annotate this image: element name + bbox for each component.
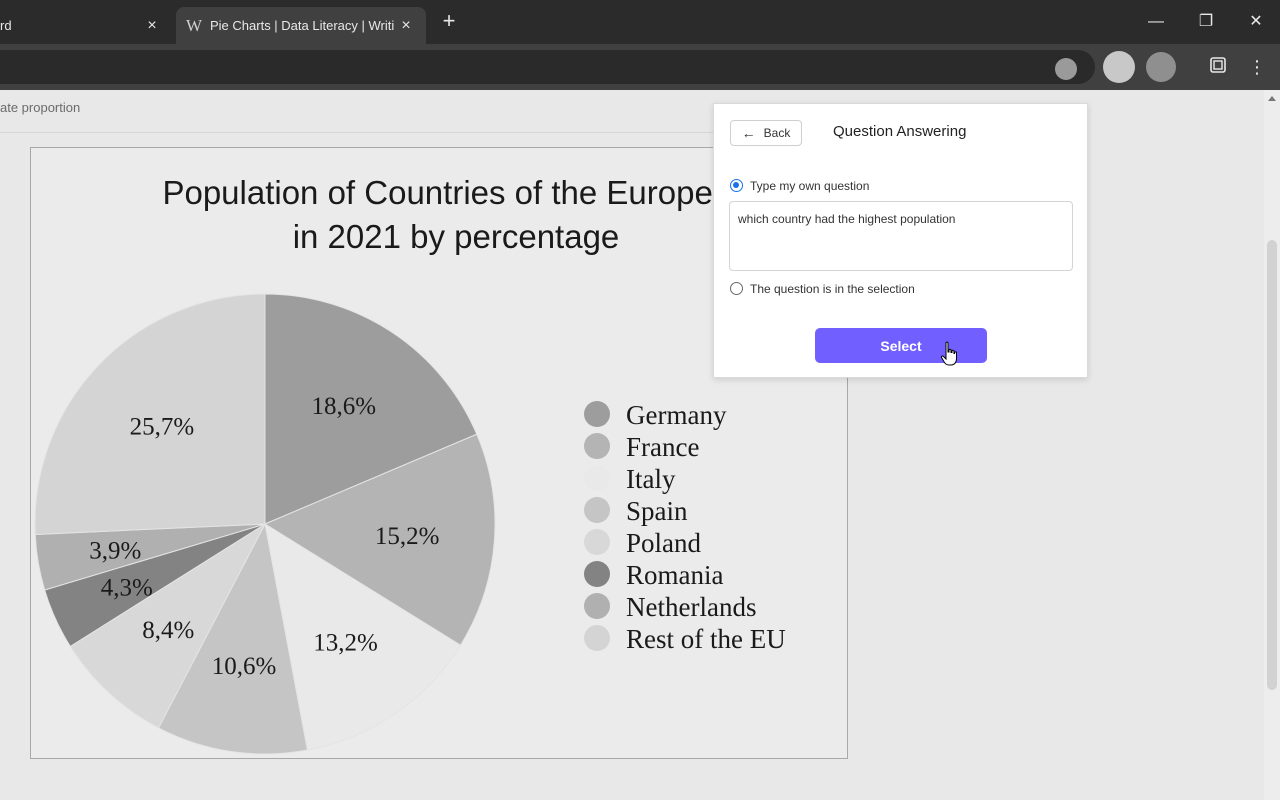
legend-label: France: [626, 432, 699, 462]
browser-menu-icon[interactable]: ⋮: [1246, 56, 1268, 78]
pie-data-label: 15,2%: [375, 523, 440, 550]
tab-bar: rd × W Pie Charts | Data Literacy | Writ…: [0, 0, 1280, 44]
tab-close-icon[interactable]: ×: [142, 16, 162, 36]
page-content: ate proportion Population of Countries o…: [0, 90, 1280, 800]
tab-close-icon[interactable]: ×: [396, 16, 416, 36]
tab-title: Pie Charts | Data Literacy | Writi: [210, 18, 395, 33]
pie-data-label: 13,2%: [313, 630, 378, 657]
extension-puzzle-icon[interactable]: [1055, 58, 1077, 80]
pie-data-label: 4,3%: [101, 575, 153, 602]
own-question-radio[interactable]: [730, 179, 743, 192]
question-answering-panel: ← Back Question Answering Type my own qu…: [713, 103, 1088, 378]
wikipedia-favicon-icon: W: [186, 15, 203, 35]
legend-label: Poland: [626, 528, 702, 558]
back-label: Back: [763, 126, 791, 140]
browser-toolbar: ⋮: [0, 44, 1280, 90]
tab-title: rd: [0, 18, 12, 33]
legend-swatch: [584, 529, 610, 555]
scrollbar-thumb[interactable]: [1267, 240, 1277, 690]
minimize-icon[interactable]: —: [1142, 8, 1170, 36]
legend-swatch: [584, 625, 610, 651]
pie-data-label: 25,7%: [130, 413, 195, 440]
pie-data-label: 8,4%: [142, 617, 194, 644]
legend-swatch: [584, 433, 610, 459]
profile-avatar-icon[interactable]: [1146, 52, 1176, 82]
new-tab-button[interactable]: +: [438, 10, 460, 32]
own-question-label[interactable]: Type my own question: [750, 179, 869, 193]
chart-title-line: Population of Countries of the European: [162, 174, 749, 211]
restore-icon[interactable]: ❐: [1192, 8, 1220, 36]
back-button[interactable]: ← Back: [730, 120, 802, 146]
legend-label: Romania: [626, 560, 723, 590]
legend-swatch: [584, 465, 610, 491]
chart-title-line: in 2021 by percentage: [293, 218, 620, 255]
extension-icon[interactable]: [1103, 51, 1135, 83]
legend-swatch: [584, 401, 610, 427]
scroll-up-arrow-icon[interactable]: [1268, 96, 1276, 101]
image-caption: ate proportion: [0, 100, 81, 115]
window-close-icon[interactable]: ✕: [1242, 8, 1270, 36]
select-button[interactable]: Select: [815, 328, 987, 363]
address-bar[interactable]: [0, 50, 1095, 84]
legend-swatch: [584, 497, 610, 523]
legend-label: Rest of the EU: [626, 624, 786, 654]
legend-label: Italy: [626, 464, 676, 494]
selection-question-label[interactable]: The question is in the selection: [750, 282, 915, 296]
legend-swatch: [584, 561, 610, 587]
tab-previous[interactable]: rd ×: [0, 7, 172, 44]
tab-pie-charts[interactable]: W Pie Charts | Data Literacy | Writi ×: [176, 7, 426, 44]
legend-swatch: [584, 593, 610, 619]
side-panel-icon[interactable]: [1207, 56, 1229, 78]
panel-title: Question Answering: [833, 123, 967, 140]
legend-label: Spain: [626, 496, 688, 526]
scrollbar[interactable]: [1264, 90, 1280, 800]
pie-data-label: 18,6%: [311, 393, 376, 420]
question-input[interactable]: which country had the highest population: [729, 201, 1073, 271]
hand-cursor-icon: [940, 341, 957, 366]
selection-question-radio[interactable]: [730, 282, 743, 295]
arrow-left-icon: ←: [741, 125, 756, 141]
pie-data-label: 10,6%: [212, 653, 277, 680]
legend-label: Germany: [626, 400, 727, 430]
legend-label: Netherlands: [626, 592, 756, 622]
pie-data-label: 3,9%: [89, 537, 141, 564]
